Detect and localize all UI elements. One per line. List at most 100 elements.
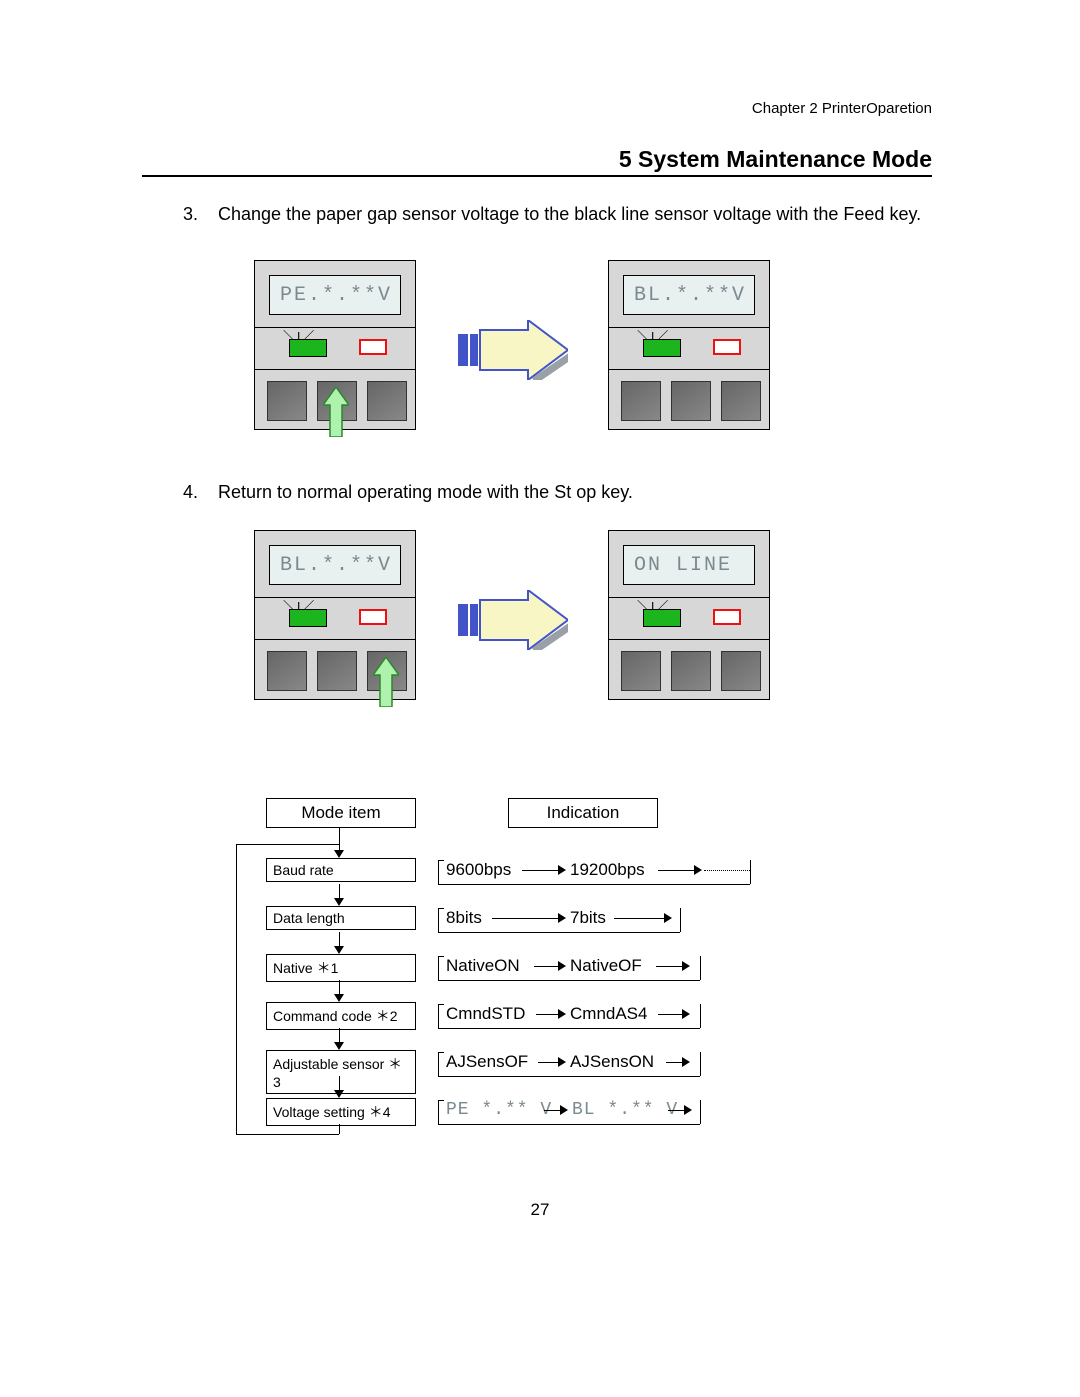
step-3-num: 3. xyxy=(183,204,213,225)
mode-adj: Adjustable sensor ＊3 xyxy=(266,1050,416,1094)
panel-4: ON LINE ＼ | ／ xyxy=(608,530,770,700)
panel-button-1[interactable] xyxy=(621,381,661,421)
flow-line xyxy=(236,1134,339,1135)
panel-1-mid xyxy=(255,327,415,370)
mode-native: Native ＊1 xyxy=(266,954,416,982)
step-3: 3. Change the paper gap sensor voltage t… xyxy=(183,204,932,225)
panel-button-2[interactable] xyxy=(317,651,357,691)
arrow-head-down-icon xyxy=(334,994,344,1002)
panel-button-3[interactable] xyxy=(721,651,761,691)
page-number: 27 xyxy=(0,1200,1080,1220)
flow-line xyxy=(658,870,694,871)
panel-button-2[interactable] xyxy=(671,651,711,691)
panel-2: BL.*.**V ＼ | ／ xyxy=(608,260,770,430)
led-red-icon xyxy=(713,339,741,355)
flow-bracket xyxy=(438,1100,444,1101)
flow-bracket xyxy=(438,1004,439,1028)
ind-native-b: NativeOF xyxy=(570,956,642,976)
panel-4-mid xyxy=(609,597,769,640)
flow-line xyxy=(492,918,558,919)
arrow-head-right-icon xyxy=(684,1105,692,1115)
step-4: 4. Return to normal operating mode with … xyxy=(183,482,932,503)
flow-bracket xyxy=(438,908,439,932)
flow-line xyxy=(658,1014,682,1015)
flow-bracket xyxy=(438,908,444,909)
flow-bracket xyxy=(700,1100,701,1124)
section-title: 5 System Maintenance Mode xyxy=(619,146,932,173)
ind-native-a: NativeON xyxy=(446,956,520,976)
flow-bracket xyxy=(700,956,701,980)
flow-line xyxy=(668,1110,684,1111)
arrow-head-down-icon xyxy=(334,1042,344,1050)
panel-3: BL.*.**V ＼ | ／ xyxy=(254,530,416,700)
arrow-head-down-icon xyxy=(334,898,344,906)
ind-cmd-a: CmndSTD xyxy=(446,1004,525,1024)
flow-line xyxy=(236,844,237,1134)
flow-bracket xyxy=(680,908,681,932)
flow-line xyxy=(536,1014,558,1015)
flow-bracket xyxy=(438,884,750,885)
arrow-head-down-icon xyxy=(334,1090,344,1098)
arrow-head-right-icon xyxy=(558,865,566,875)
led-red-icon xyxy=(359,609,387,625)
ind-adj-a: AJSensOF xyxy=(446,1052,528,1072)
panel-button-feed[interactable] xyxy=(317,381,357,421)
chapter-label: Chapter 2 PrinterOparetion xyxy=(752,100,932,117)
arrow-head-down-icon xyxy=(334,850,344,858)
arrow-head-right-icon xyxy=(558,1057,566,1067)
mode-baud: Baud rate xyxy=(266,858,416,882)
arrow-head-right-icon xyxy=(560,1105,568,1115)
arrow-head-right-icon xyxy=(558,913,566,923)
panel-4-lcd: ON LINE xyxy=(623,545,755,585)
panel-button-3[interactable] xyxy=(367,381,407,421)
flow-bracket xyxy=(438,1052,444,1053)
arrow-head-right-icon xyxy=(694,865,702,875)
indication-header: Indication xyxy=(508,798,658,828)
flow-line xyxy=(534,966,558,967)
flow-bracket xyxy=(438,1052,439,1076)
mode-cmd: Command code ＊2 xyxy=(266,1002,416,1030)
header-rule xyxy=(142,175,932,177)
flow-line xyxy=(656,966,682,967)
arrow-head-right-icon xyxy=(682,961,690,971)
led-green-icon xyxy=(643,609,681,627)
flow-line xyxy=(614,918,664,919)
arrow-right-icon xyxy=(458,320,568,380)
ind-adj-b: AJSensON xyxy=(570,1052,654,1072)
flow-line xyxy=(339,1124,340,1134)
led-green-icon xyxy=(643,339,681,357)
panel-button-2[interactable] xyxy=(671,381,711,421)
panel-2-mid xyxy=(609,327,769,370)
panel-1: PE.*.**V ＼ | ／ xyxy=(254,260,416,430)
led-green-icon xyxy=(289,339,327,357)
flow-bracket xyxy=(438,1004,444,1005)
arrow-right-icon xyxy=(458,590,568,650)
ind-baud-a: 9600bps xyxy=(446,860,511,880)
panel-button-1[interactable] xyxy=(621,651,661,691)
flow-line xyxy=(339,828,340,850)
mode-datalen: Data length xyxy=(266,906,416,930)
arrow-head-right-icon xyxy=(682,1009,690,1019)
arrow-head-right-icon xyxy=(682,1057,690,1067)
panel-button-stop[interactable] xyxy=(367,651,407,691)
flow-bracket xyxy=(438,932,680,933)
mode-item-header: Mode item xyxy=(266,798,416,828)
arrow-head-right-icon xyxy=(558,1009,566,1019)
flow-line xyxy=(522,870,558,871)
panel-button-1[interactable] xyxy=(267,651,307,691)
flow-bracket xyxy=(700,1052,701,1076)
panel-button-3[interactable] xyxy=(721,381,761,421)
panel-button-1[interactable] xyxy=(267,381,307,421)
panel-3-lcd: BL.*.**V xyxy=(269,545,401,585)
page: Chapter 2 PrinterOparetion 5 System Main… xyxy=(0,0,1080,1397)
flow-bracket xyxy=(438,1100,439,1124)
flow-dotline xyxy=(704,870,750,871)
ind-cmd-b: CmndAS4 xyxy=(570,1004,647,1024)
led-red-icon xyxy=(713,609,741,625)
ind-volt-b: BL *.** V xyxy=(572,1100,678,1120)
flow-bracket xyxy=(438,1028,700,1029)
ind-volt-a: PE *.** V xyxy=(446,1100,552,1120)
flow-bracket xyxy=(438,956,444,957)
arrow-head-right-icon xyxy=(664,913,672,923)
panel-2-lcd: BL.*.**V xyxy=(623,275,755,315)
